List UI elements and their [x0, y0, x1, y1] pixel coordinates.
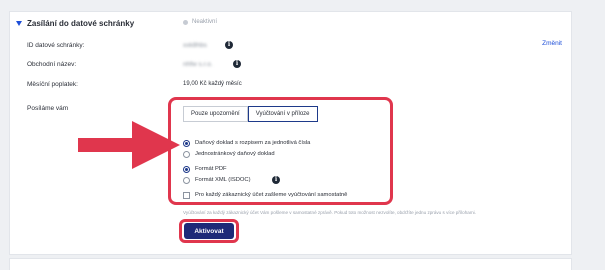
- status-text: Neaktivní: [192, 19, 218, 25]
- radio-format-pdf[interactable]: [183, 166, 190, 173]
- option-single-page-tax-document-label: Jednostránkový daňový doklad: [195, 151, 275, 157]
- change-link[interactable]: Změnit: [542, 40, 562, 47]
- help-text: Vyúčtování za každý zákaznický účet Vám …: [183, 210, 476, 215]
- box-id-info-icon[interactable]: i: [225, 41, 233, 49]
- status-dot-icon: [183, 19, 188, 25]
- radio-single-page-tax-document[interactable]: [183, 151, 190, 158]
- next-card: [9, 258, 572, 270]
- monthly-fee-value: 19,00 Kč každý měsíc: [183, 81, 242, 87]
- box-id-label: ID datové schránky:: [27, 42, 85, 49]
- option-format-pdf-label: Formát PDF: [195, 166, 227, 172]
- delivery-mode-tabs: Pouze upozornění Vyúčtování v příloze: [183, 106, 318, 122]
- section-title[interactable]: Zasílání do datové schránky: [27, 19, 134, 28]
- separate-billing-checkbox[interactable]: [183, 192, 190, 199]
- option-format-xml-label: Formát XML (ISDOC): [195, 177, 251, 183]
- separate-billing-label: Pro každý zákaznický účet zašleme vyúčto…: [195, 192, 348, 198]
- business-name-info-icon[interactable]: i: [233, 60, 241, 68]
- tab-billing-attachment[interactable]: Vyúčtování v příloze: [247, 106, 318, 122]
- activate-button[interactable]: Aktivovat: [184, 223, 234, 239]
- monthly-fee-label: Měsíční poplatek:: [27, 81, 78, 88]
- business-name-value: nhfw s.r.o.: [183, 61, 213, 68]
- status-indicator: Neaktivní: [183, 19, 217, 25]
- we-send-label: Posíláme vám: [27, 105, 69, 112]
- box-id-value: xxk8hbs: [183, 42, 207, 49]
- radio-detailed-tax-document[interactable]: [183, 140, 190, 147]
- collapse-triangle-icon[interactable]: [16, 21, 22, 26]
- format-info-icon[interactable]: i: [272, 176, 280, 184]
- radio-format-xml[interactable]: [183, 177, 190, 184]
- tab-notifications-only[interactable]: Pouze upozornění: [183, 106, 248, 122]
- red-arrow-icon: [78, 121, 180, 169]
- business-name-label: Obchodní název:: [27, 61, 77, 68]
- option-detailed-tax-document-label: Daňový doklad s rozpisem za jednotlivá č…: [195, 140, 311, 146]
